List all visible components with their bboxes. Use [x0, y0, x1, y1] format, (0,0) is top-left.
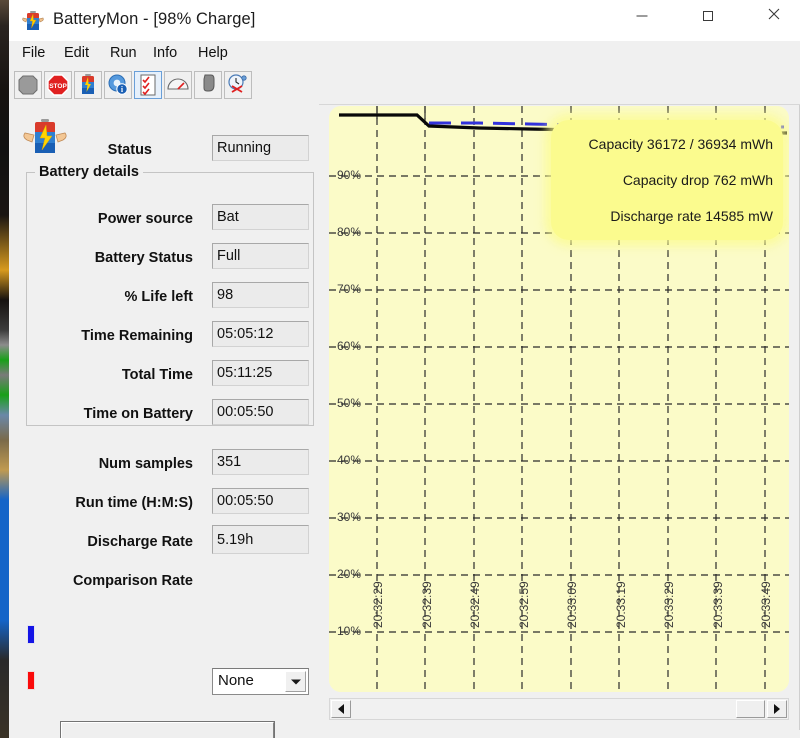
tooltip-capacity-drop: Capacity drop 762 mWh	[622, 172, 773, 188]
toolbar-button-gauge[interactable]	[164, 71, 192, 99]
minimize-button[interactable]	[619, 0, 665, 32]
power-source-value: Bat	[212, 204, 309, 230]
discharge-rate-legend-swatch	[27, 625, 35, 644]
toolbar: STOP i	[9, 66, 800, 105]
chart-horizontal-scrollbar[interactable]	[329, 698, 789, 720]
time-on-battery-value: 00:05:50	[212, 399, 309, 425]
chart-xtick-0: 20:32:29	[371, 581, 385, 628]
chart-ytick-60: 60%	[337, 339, 362, 353]
time-remaining-value: 05:05:12	[212, 321, 309, 347]
battery-status-value: Full	[212, 243, 309, 269]
triangle-left-icon	[338, 704, 344, 714]
menu-item-help[interactable]: Help	[198, 45, 228, 61]
toolbar-button-checklist[interactable]	[134, 71, 162, 99]
chart-tooltip: Capacity 36172 / 36934 mWh Capacity drop…	[551, 120, 783, 240]
chart-xtick-7: 20:33:39	[711, 581, 725, 628]
num-samples-label: Num samples	[98, 456, 193, 472]
comparison-rate-dropdown[interactable]: None	[212, 668, 309, 695]
time-on-battery-label: Time on Battery	[83, 406, 193, 422]
discharge-rate-label: Discharge Rate	[87, 534, 193, 550]
plug-icon	[203, 74, 215, 92]
toolbar-button-stop[interactable]: STOP	[44, 71, 72, 99]
chevron-down-icon[interactable]	[285, 671, 306, 692]
chart-ytick-30: 30%	[337, 510, 362, 524]
tooltip-discharge-rate: Discharge rate 14585 mW	[610, 208, 773, 224]
chart-xtick-6: 20:33:29	[662, 581, 676, 628]
comparison-rate-label: Comparison Rate	[72, 573, 193, 589]
chart-xtick-3: 20:32:59	[517, 581, 531, 628]
power-source-label: Power source	[97, 211, 193, 227]
life-left-label: % Life left	[124, 289, 193, 305]
chart-ytick-70: 70%	[337, 282, 362, 296]
chart-ytick-50: 50%	[337, 396, 362, 410]
battery-chart[interactable]: 90% 80% 70% 60% 50% 40% 30% 20% 10% 20:3…	[329, 106, 789, 692]
scrollbar-thumb[interactable]	[736, 700, 765, 718]
menu-item-edit[interactable]: Edit	[64, 45, 89, 61]
scroll-left-button[interactable]	[331, 700, 351, 718]
total-time-label: Total Time	[121, 367, 193, 383]
status-label: Status	[107, 142, 152, 158]
chart-xtick-4: 20:33:09	[565, 581, 579, 628]
chart-xtick-1: 20:32:39	[420, 581, 434, 628]
comparison-rate-selected: None	[218, 672, 254, 689]
record-stop-octagon-icon	[18, 75, 38, 95]
menu-bar: File Edit Run Info Help	[9, 41, 800, 66]
chart-xtick-2: 20:32:49	[468, 581, 482, 628]
gauge-icon	[167, 78, 189, 90]
maximize-icon	[703, 11, 713, 21]
num-samples-value: 351	[212, 449, 309, 475]
batterymon-window: BatteryMon - [98% Charge] File Edit Run …	[0, 0, 800, 738]
stop-sign-icon: STOP	[47, 74, 69, 96]
checklist-icon	[140, 74, 156, 96]
maximize-button[interactable]	[685, 0, 731, 32]
chart-ytick-80: 80%	[337, 225, 362, 239]
menu-item-run[interactable]: Run	[110, 45, 137, 61]
life-left-value: 98	[212, 282, 309, 308]
chart-ytick-10: 10%	[337, 624, 362, 638]
scroll-right-button[interactable]	[767, 700, 787, 718]
chart-xtick-5: 20:33:19	[614, 581, 628, 628]
menu-item-file[interactable]: File	[22, 45, 45, 61]
gear-info-icon: i	[108, 74, 128, 95]
tooltip-capacity: Capacity 36172 / 36934 mWh	[588, 136, 773, 152]
minimize-icon	[636, 15, 648, 17]
toolbar-button-record-stop[interactable]	[14, 71, 42, 99]
total-time-value: 05:11:25	[212, 360, 309, 386]
toolbar-button-plug[interactable]	[194, 71, 222, 99]
toolbar-button-battery[interactable]	[74, 71, 102, 99]
toolbar-button-gear-info[interactable]: i	[104, 71, 132, 99]
battery-details-title: Battery details	[35, 164, 143, 180]
battery-status-label: Battery Status	[94, 250, 193, 266]
comparison-rate-legend-swatch	[27, 671, 35, 690]
discharge-rate-value: 5.19h	[212, 525, 309, 554]
window-title: BatteryMon - [98% Charge]	[53, 10, 256, 28]
menu-item-info[interactable]: Info	[153, 45, 177, 61]
battery-muscle-large-icon	[22, 117, 68, 157]
battery-icon	[82, 74, 94, 94]
triangle-right-icon	[774, 704, 780, 714]
desktop-background-edge	[0, 0, 9, 738]
toolbar-button-clock-settings[interactable]	[224, 71, 252, 99]
application-window: BatteryMon - [98% Charge] File Edit Run …	[9, 0, 800, 738]
battery-muscle-icon	[21, 9, 45, 33]
close-icon	[768, 7, 780, 25]
run-time-value: 00:05:50	[212, 488, 309, 514]
close-button[interactable]	[751, 0, 797, 32]
left-panel: Status Running Battery details Power sou…	[9, 104, 319, 738]
svg-text:STOP: STOP	[49, 83, 67, 90]
clock-settings-icon	[228, 74, 247, 93]
title-bar: BatteryMon - [98% Charge]	[9, 0, 800, 41]
start-button[interactable]: Start	[60, 721, 275, 738]
chart-ytick-90: 90%	[337, 168, 362, 182]
time-remaining-label: Time Remaining	[81, 328, 193, 344]
chart-ytick-40: 40%	[337, 453, 362, 467]
status-value: Running	[212, 135, 309, 161]
run-time-label: Run time (H:M:S)	[75, 495, 193, 511]
chart-ytick-20: 20%	[337, 567, 362, 581]
chart-xtick-8: 20:33:49	[759, 581, 773, 628]
